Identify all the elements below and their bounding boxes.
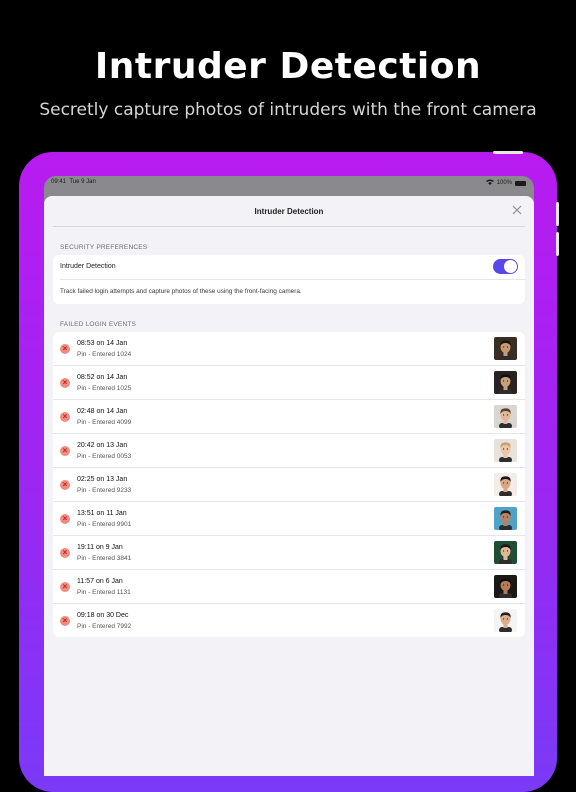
- list-item[interactable]: × 09:18 on 30 Dec Pin - Entered 7992: [53, 604, 525, 637]
- status-bar: 09:41 Tue 9 Jan 100%: [44, 176, 534, 190]
- list-item[interactable]: × 02:25 on 13 Jan Pin - Entered 9233: [53, 468, 525, 502]
- event-description: Pin - Entered 9233: [77, 487, 132, 494]
- list-item[interactable]: × 08:52 on 14 Jan Pin - Entered 1025: [53, 366, 525, 400]
- failed-x-icon: ×: [60, 446, 70, 456]
- intruder-photo[interactable]: [494, 405, 517, 428]
- status-time: 09:41: [51, 179, 67, 185]
- hero-title: Intruder Detection: [94, 46, 482, 87]
- failed-x-icon: ×: [60, 378, 70, 388]
- failed-x-icon: ×: [60, 344, 70, 354]
- intruder-photo[interactable]: [494, 439, 517, 462]
- wifi-icon: [485, 179, 494, 187]
- battery-percent: 100%: [496, 180, 512, 186]
- event-description: Pin - Entered 1024: [77, 351, 132, 358]
- intruder-detection-sheet: Intruder Detection SECURITY PREFERENCES …: [44, 196, 534, 776]
- event-time: 09:18 on 30 Dec: [77, 612, 129, 619]
- list-item[interactable]: × 19:11 on 9 Jan Pin - Entered 3841: [53, 536, 525, 570]
- battery-icon: [515, 180, 526, 186]
- list-item[interactable]: × 02:48 on 14 Jan Pin - Entered 4099: [53, 400, 525, 434]
- failed-x-icon: ×: [60, 548, 70, 558]
- failed-login-events-label: FAILED LOGIN EVENTS: [60, 321, 137, 328]
- event-description: Pin - Entered 1025: [77, 385, 132, 392]
- list-item[interactable]: × 20:42 on 13 Jan Pin - Entered 0053: [53, 434, 525, 468]
- sheet-header: Intruder Detection: [53, 196, 525, 227]
- event-time: 02:48 on 14 Jan: [77, 408, 128, 415]
- failed-x-icon: ×: [60, 582, 70, 592]
- event-time: 20:42 on 13 Jan: [77, 442, 128, 449]
- event-description: Pin - Entered 7992: [77, 623, 132, 630]
- event-description: Pin - Entered 9901: [77, 521, 132, 528]
- intruder-detection-toggle[interactable]: [493, 259, 518, 274]
- event-time: 11:57 on 6 Jan: [77, 578, 123, 585]
- intruder-photo[interactable]: [494, 473, 517, 496]
- volume-up-button: [556, 202, 559, 226]
- event-description: Pin - Entered 0053: [77, 453, 132, 460]
- sheet-title: Intruder Detection: [254, 207, 324, 216]
- intruder-detection-description: Track failed login attempts and capture …: [60, 288, 302, 295]
- failed-x-icon: ×: [60, 412, 70, 422]
- volume-down-button: [556, 232, 559, 256]
- intruder-detection-row: Intruder Detection: [60, 255, 525, 280]
- tablet-screen: 09:41 Tue 9 Jan 100% Intruder Detection …: [44, 176, 534, 776]
- failed-login-events-list: × 08:53 on 14 Jan Pin - Entered 1024 × 08:52…: [53, 332, 525, 637]
- event-time: 19:11 on 9 Jan: [77, 544, 123, 551]
- event-time: 02:25 on 13 Jan: [77, 476, 128, 483]
- event-time: 08:52 on 14 Jan: [77, 374, 128, 381]
- list-item[interactable]: × 11:57 on 6 Jan Pin - Entered 1131: [53, 570, 525, 604]
- close-icon[interactable]: [511, 205, 523, 217]
- event-description: Pin - Entered 1131: [77, 589, 131, 596]
- intruder-detection-label: Intruder Detection: [60, 263, 116, 270]
- intruder-photo[interactable]: [494, 609, 517, 632]
- event-time: 13:51 on 11 Jan: [77, 510, 127, 517]
- failed-x-icon: ×: [60, 514, 70, 524]
- security-preferences-label: SECURITY PREFERENCES: [60, 244, 148, 251]
- failed-x-icon: ×: [60, 480, 70, 490]
- list-item[interactable]: × 13:51 on 11 Jan Pin - Entered 9901: [53, 502, 525, 536]
- intruder-photo[interactable]: [494, 575, 517, 598]
- intruder-photo[interactable]: [494, 541, 517, 564]
- intruder-photo[interactable]: [494, 337, 517, 360]
- power-button: [493, 151, 523, 154]
- event-description: Pin - Entered 3841: [77, 555, 132, 562]
- security-preferences-card: Intruder Detection Track failed login at…: [53, 255, 525, 304]
- intruder-photo[interactable]: [494, 371, 517, 394]
- intruder-photo[interactable]: [494, 507, 517, 530]
- toggle-knob: [504, 260, 517, 273]
- list-item[interactable]: × 08:53 on 14 Jan Pin - Entered 1024: [53, 332, 525, 366]
- event-description: Pin - Entered 4099: [77, 419, 132, 426]
- failed-x-icon: ×: [60, 616, 70, 626]
- hero-subtitle: Secretly capture photos of intruders wit…: [39, 100, 537, 120]
- status-date: Tue 9 Jan: [69, 179, 96, 185]
- event-time: 08:53 on 14 Jan: [77, 340, 128, 347]
